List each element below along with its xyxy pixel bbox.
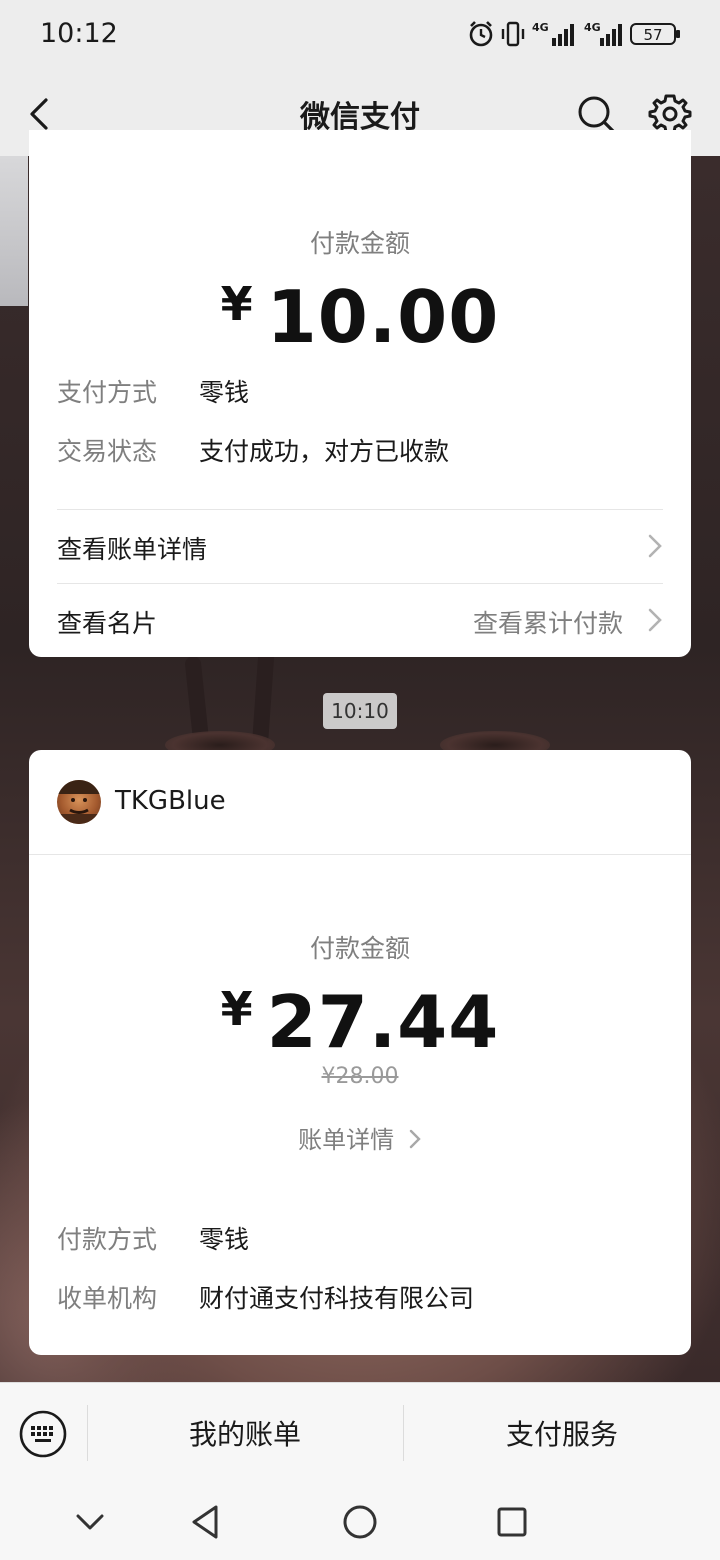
view-business-card-link[interactable]: 查看名片 (57, 604, 157, 640)
system-nav-bar (0, 1482, 720, 1560)
nav-recents-button[interactable] (492, 1502, 532, 1542)
signal-1-icon: 4G (532, 20, 578, 52)
detail-key: 支付方式 (57, 378, 158, 407)
detail-value: 支付成功，对方已收款 (199, 437, 450, 466)
bottom-menu-bar: 我的账单 支付服务 (0, 1382, 720, 1483)
status-icons: 4G 4G 57 (468, 20, 680, 52)
message-timestamp: 10:10 (323, 693, 397, 729)
circle-home-icon (343, 1505, 377, 1539)
detail-value: 零钱 (199, 378, 250, 407)
amount-label: 付款金额 (309, 229, 410, 258)
detail-transaction-status: 交易状态 支付成功，对方已收款 (57, 432, 449, 468)
network-2-label: 4G (584, 21, 601, 34)
payment-amount: ¥10.00 (29, 275, 691, 359)
currency-symbol: ¥ (220, 982, 253, 1036)
detail-payment-method: 付款方式 零钱 (57, 1220, 249, 1256)
nav-collapse-button[interactable] (70, 1502, 110, 1542)
chevron-right-icon (648, 608, 662, 632)
vibrate-icon (500, 20, 526, 52)
amount-value: 27.44 (266, 980, 500, 1064)
view-bill-details-label: 查看账单详情 (57, 535, 208, 564)
view-total-payment-link[interactable]: 查看累计付款 (473, 604, 623, 640)
alarm-icon (468, 20, 494, 52)
detail-acquirer: 收单机构 财付通支付科技有限公司 (57, 1279, 474, 1315)
view-bill-details-row[interactable]: 查看账单详情 (57, 510, 663, 584)
payment-amount: ¥27.44 (29, 980, 691, 1064)
detail-payment-method: 支付方式 零钱 (57, 373, 249, 409)
chevron-right-icon (648, 534, 662, 558)
view-card-row: 查看名片 查看累计付款 (57, 584, 663, 658)
amount-label: 付款金额 (309, 934, 410, 963)
status-bar: 10:12 4G 4G 57 (0, 0, 720, 72)
nav-back-button[interactable] (186, 1502, 226, 1542)
nav-home-button[interactable] (340, 1502, 380, 1542)
status-time: 10:12 (40, 18, 118, 49)
detail-value: 零钱 (199, 1225, 250, 1254)
network-1-label: 4G (532, 21, 549, 34)
detail-value: 财付通支付科技有限公司 (199, 1284, 475, 1313)
payment-card-2: TKGBlue 付款金额 ¥27.44 ¥28.00 账单详情 付款方式 零钱 收… (29, 750, 691, 1355)
signal-2-icon: 4G (584, 20, 624, 52)
merchant-name[interactable]: TKGBlue (115, 786, 226, 816)
bill-details-link[interactable]: 账单详情 (29, 1120, 691, 1155)
merchant-avatar[interactable] (57, 780, 101, 824)
detail-key: 付款方式 (57, 1225, 158, 1254)
keyboard-toggle-button[interactable] (18, 1409, 68, 1459)
original-price: ¥28.00 (321, 1064, 399, 1089)
detail-key: 交易状态 (57, 437, 158, 466)
square-recents-icon (497, 1507, 527, 1537)
background-window (0, 156, 28, 306)
chevron-down-icon (76, 1514, 104, 1530)
battery-level: 57 (643, 26, 662, 44)
payment-card-1: 付款金额 ¥10.00 支付方式 零钱 交易状态 支付成功，对方已收款 查看账单详情… (29, 130, 691, 657)
my-bills-tab[interactable]: 我的账单 (88, 1413, 402, 1453)
triangle-back-icon (192, 1505, 218, 1539)
keyboard-icon (19, 1410, 67, 1458)
payment-services-tab[interactable]: 支付服务 (404, 1413, 720, 1453)
currency-symbol: ¥ (220, 277, 253, 331)
chevron-right-icon (409, 1129, 421, 1149)
detail-key: 收单机构 (57, 1284, 158, 1313)
bill-details-label: 账单详情 (298, 1126, 395, 1154)
amount-value: 10.00 (266, 275, 500, 359)
avatar-face-icon (57, 780, 101, 824)
divider (29, 854, 691, 855)
battery-icon: 57 (630, 20, 682, 52)
